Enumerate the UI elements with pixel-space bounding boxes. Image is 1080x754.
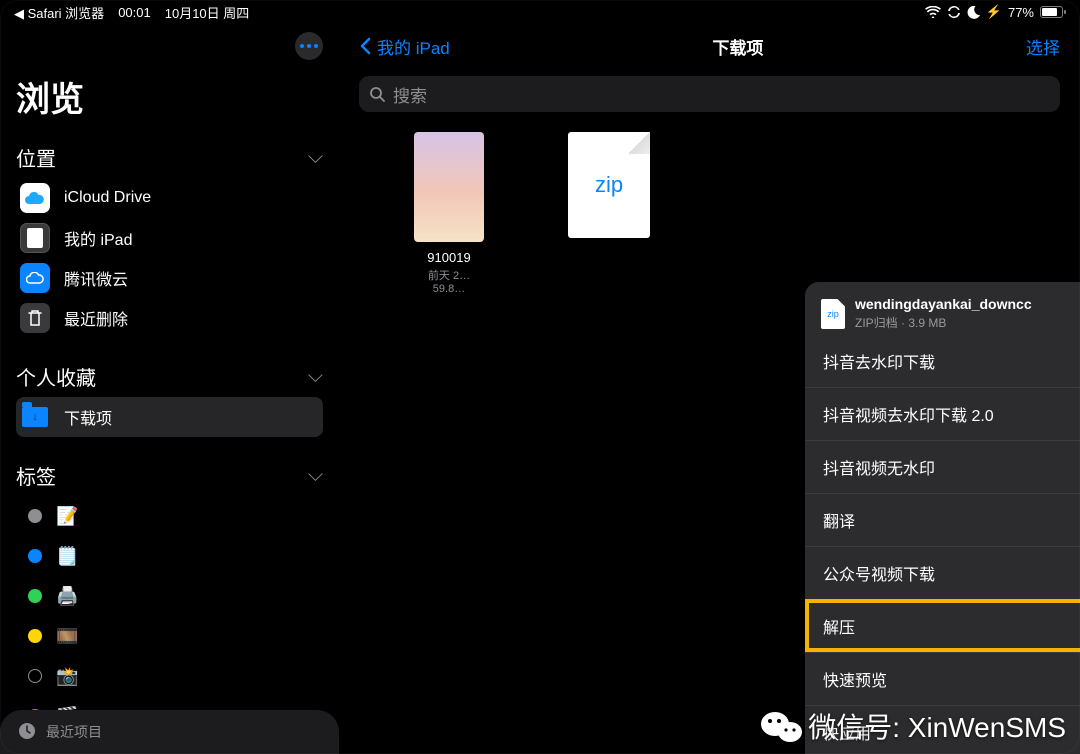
battery-percent: 77% <box>1008 5 1034 20</box>
status-date: 10月10日 周四 <box>165 3 250 22</box>
tag-emoji-icon: 🎞️ <box>56 626 78 647</box>
tag-emoji-icon: 📝 <box>56 506 78 527</box>
ctx-item-label: 公众号视频下载 <box>823 561 935 585</box>
chevron-down-icon: ⌵ <box>308 464 323 487</box>
recents-bar[interactable]: 最近项目 <box>0 710 339 754</box>
ipad-icon <box>20 223 50 253</box>
ctx-item-label: 抖音去水印下载 <box>823 349 935 373</box>
sidebar-title: 浏览 <box>16 72 323 121</box>
back-button[interactable]: 我的 iPad <box>359 34 450 59</box>
wechat-icon <box>760 709 800 743</box>
tag-dot <box>28 549 42 563</box>
zip-mini-icon: zip <box>821 299 845 329</box>
tag-row[interactable]: 📝 <box>16 496 323 536</box>
content-area: 我的 iPad 下载项 选择 搜索 910019 前天 2… 59.8… zip… <box>339 24 1080 754</box>
ctx-item-label: 抖音视频无水印 <box>823 455 935 479</box>
sidebar-item-label: 腾讯微云 <box>64 266 128 290</box>
trash-icon <box>20 303 50 333</box>
nav-bar: 我的 iPad 下载项 选择 <box>339 24 1080 68</box>
sidebar-item-weiyun[interactable]: 腾讯微云 <box>16 258 323 298</box>
sidebar-item-label: iCloud Drive <box>64 189 151 207</box>
sidebar-item-ipad[interactable]: 我的 iPad <box>16 218 323 258</box>
favorites-header[interactable]: 个人收藏 ⌵ <box>16 356 323 397</box>
wifi-icon <box>925 6 941 18</box>
tag-row[interactable]: 🎞️ <box>16 616 323 656</box>
tag-dot <box>28 589 42 603</box>
context-menu-header: zip wendingdayankai_downcc ZIP归档 · 3.9 M… <box>805 282 1080 343</box>
ctx-filename: wendingdayankai_downcc <box>855 296 1032 312</box>
locations-header[interactable]: 位置 ⌵ <box>16 137 323 178</box>
file-name: 910019 <box>427 250 470 265</box>
tag-dot <box>28 509 42 523</box>
cloud-icon <box>20 263 50 293</box>
tag-emoji-icon: 🖨️ <box>56 586 78 607</box>
sync-icon <box>947 5 961 19</box>
zip-thumbnail: zip <box>568 132 650 238</box>
clock-icon <box>18 722 36 743</box>
file-item-image[interactable]: 910019 前天 2… 59.8… <box>404 132 494 295</box>
chevron-down-icon: ⌵ <box>308 365 323 388</box>
dnd-moon-icon <box>967 6 980 19</box>
sidebar: 浏览 位置 ⌵ iCloud Drive 我的 iPad 腾讯微云 <box>0 24 339 754</box>
tag-row[interactable]: 📸 <box>16 656 323 696</box>
sidebar-item-label: 我的 iPad <box>64 226 132 250</box>
ctx-item-save-box[interactable]: 抖音视频无水印 <box>805 440 1080 493</box>
search-input[interactable]: 搜索 <box>359 76 1060 112</box>
ctx-item-label: 解压 <box>823 614 855 638</box>
search-icon <box>369 86 385 102</box>
file-item-zip[interactable]: zip <box>564 132 654 238</box>
tag-emoji-icon: 📸 <box>56 666 78 687</box>
ctx-subtitle: ZIP归档 · 3.9 MB <box>855 314 1032 331</box>
downloads-folder-icon: ↓ <box>20 402 50 432</box>
image-thumbnail <box>414 132 484 242</box>
ctx-item-refresh[interactable]: 翻译 <box>805 493 1080 546</box>
tag-emoji-icon: 🗒️ <box>56 546 78 567</box>
back-to-app[interactable]: ◀ Safari 浏览器 <box>14 3 104 22</box>
search-placeholder: 搜索 <box>393 82 427 107</box>
sidebar-item-icloud[interactable]: iCloud Drive <box>16 178 323 218</box>
more-button[interactable] <box>295 32 323 60</box>
ctx-item-download-box[interactable]: 抖音去水印下载 <box>805 343 1080 387</box>
sidebar-item-downloads[interactable]: ↓ 下载项 <box>16 397 323 437</box>
icloud-icon <box>20 183 50 213</box>
ctx-item-briefcase[interactable]: 解压 <box>805 599 1080 652</box>
watermark: 微信号: XinWenSMS <box>760 706 1066 746</box>
ctx-item-label: 抖音视频去水印下载 2.0 <box>823 402 994 426</box>
context-menu: zip wendingdayankai_downcc ZIP归档 · 3.9 M… <box>805 282 1080 754</box>
sidebar-item-trash[interactable]: 最近删除 <box>16 298 323 338</box>
sidebar-item-label: 最近删除 <box>64 306 128 330</box>
battery-icon <box>1040 6 1066 18</box>
tag-row[interactable]: 🗒️ <box>16 536 323 576</box>
chevron-down-icon: ⌵ <box>308 146 323 169</box>
status-bar: ◀ Safari 浏览器 00:01 10月10日 周四 ⚡ 77% <box>0 0 1080 24</box>
ctx-item-label: 翻译 <box>823 508 855 532</box>
nav-title: 下载项 <box>450 34 1026 59</box>
ctx-item-download-box[interactable]: 抖音视频去水印下载 2.0 <box>805 387 1080 440</box>
tag-row[interactable]: 🖨️ <box>16 576 323 616</box>
ctx-item-play-box[interactable]: 公众号视频下载 <box>805 546 1080 599</box>
file-date: 前天 2… <box>428 267 470 283</box>
tag-dot <box>28 629 42 643</box>
ctx-item-paperclip[interactable]: 快速预览 <box>805 652 1080 705</box>
recents-label: 最近项目 <box>46 722 102 742</box>
status-time: 00:01 <box>118 5 151 20</box>
tags-header[interactable]: 标签 ⌵ <box>16 455 323 496</box>
select-button[interactable]: 选择 <box>1026 34 1060 59</box>
chevron-left-icon <box>359 37 371 55</box>
tag-dot <box>28 669 42 683</box>
ctx-item-label: 快速预览 <box>823 667 887 691</box>
sidebar-item-label: 下载项 <box>64 405 112 429</box>
file-size: 59.8… <box>433 283 465 295</box>
